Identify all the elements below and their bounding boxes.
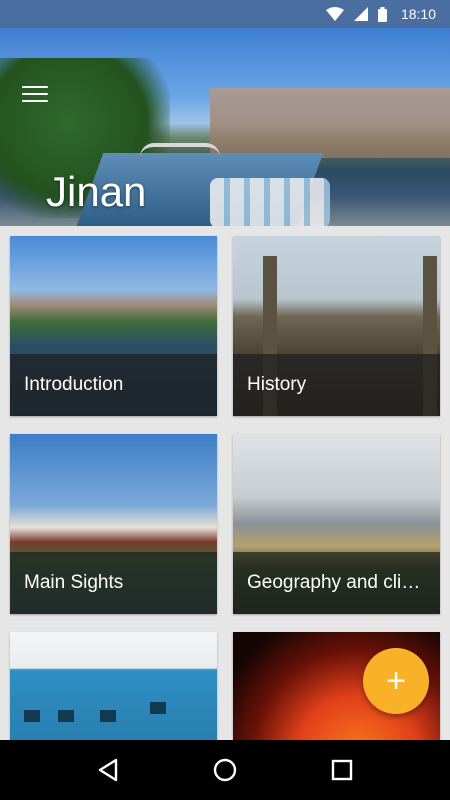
status-time: 18:10 — [400, 6, 436, 22]
signal-icon — [353, 7, 368, 21]
card-introduction[interactable]: Introduction — [10, 236, 217, 416]
navigation-bar — [0, 740, 450, 800]
recents-icon[interactable] — [322, 750, 362, 790]
back-icon[interactable] — [88, 750, 128, 790]
home-icon[interactable] — [205, 750, 245, 790]
card-main-sights[interactable]: Main Sights — [10, 434, 217, 614]
card-label: History — [247, 374, 307, 395]
wifi-icon — [325, 7, 344, 21]
hamburger-menu-icon[interactable] — [22, 86, 48, 104]
page-title: Jinan — [46, 168, 147, 215]
battery-icon — [377, 6, 387, 22]
card-label: Introduction — [24, 374, 124, 395]
card-history[interactable]: History — [233, 236, 440, 416]
status-bar: 18:10 — [0, 0, 450, 28]
card-label: Main Sights — [24, 572, 124, 593]
header-image: Jinan — [0, 28, 450, 226]
card-geography[interactable]: Geography and clim… — [233, 434, 440, 614]
plus-icon: + — [386, 661, 406, 700]
card-label: Geography and clim… — [247, 572, 426, 593]
add-fab-button[interactable]: + — [363, 648, 429, 714]
